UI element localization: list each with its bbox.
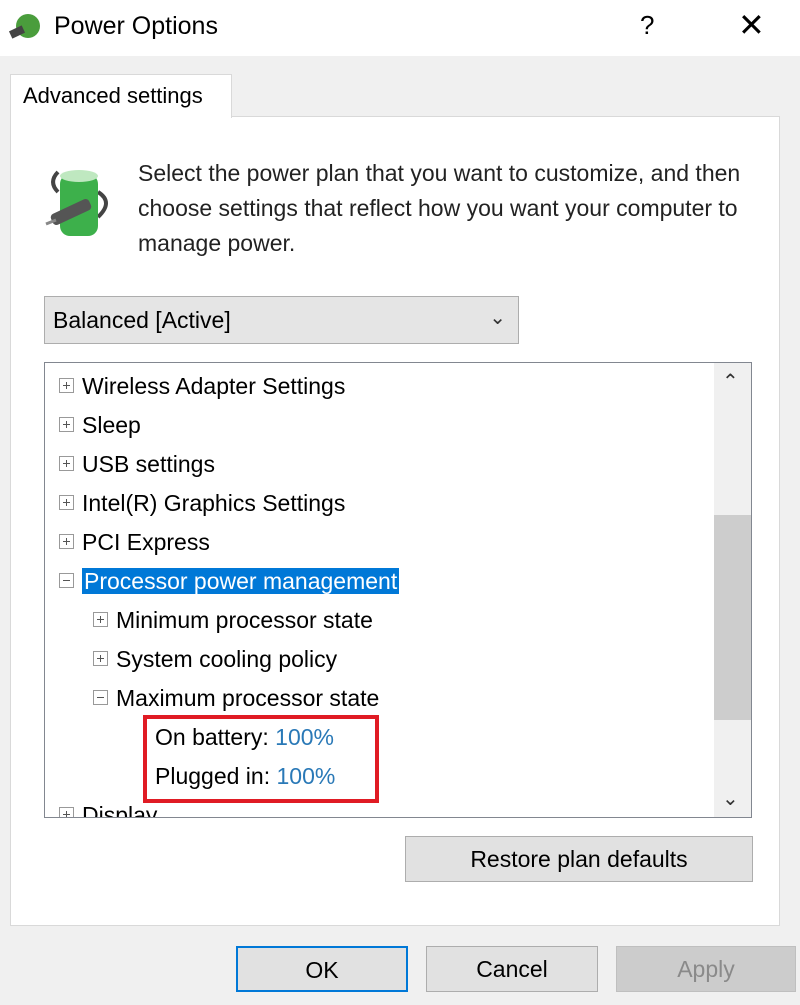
expand-icon[interactable] <box>59 456 74 472</box>
window-title: Power Options <box>54 12 218 40</box>
tree-item-processor[interactable]: Processor power management <box>59 564 400 598</box>
tree-item-label: Intel(R) Graphics Settings <box>82 490 346 516</box>
scrollbar-thumb[interactable] <box>714 515 751 720</box>
tree-item-label: Wireless Adapter Settings <box>82 373 346 399</box>
chevron-up-icon[interactable]: ⌃ <box>722 369 739 394</box>
battery-plug-icon <box>45 170 108 236</box>
tree-item-label: Maximum processor state <box>116 685 380 711</box>
tree-item-label: Processor power management <box>82 568 400 594</box>
tree-item-pci[interactable]: PCI Express <box>59 525 210 559</box>
tree-item-sleep[interactable]: Sleep <box>59 408 141 442</box>
ok-button[interactable]: OK <box>236 946 408 992</box>
power-options-icon <box>8 14 40 39</box>
tree-item-graphics[interactable]: Intel(R) Graphics Settings <box>59 486 345 520</box>
expand-icon[interactable] <box>93 612 108 628</box>
expand-icon[interactable] <box>59 807 74 817</box>
power-plan-dropdown[interactable]: Balanced [Active] ⌄ <box>44 296 519 344</box>
chevron-down-icon: ⌄ <box>489 307 506 329</box>
expand-icon[interactable] <box>93 651 108 667</box>
tree-item-usb[interactable]: USB settings <box>59 447 215 481</box>
tree-item-label: Display <box>82 802 158 818</box>
title-bar: Power Options ? ✕ <box>0 0 800 56</box>
tree-item-label: System cooling policy <box>116 646 338 672</box>
tree-scrollbar[interactable]: ⌃ ⌄ <box>714 363 751 817</box>
description-text: Select the power plan that you want to c… <box>138 160 741 256</box>
tree-item-max-state[interactable]: Maximum processor state <box>93 681 379 715</box>
tree-item-label: USB settings <box>82 451 215 477</box>
expand-icon[interactable] <box>59 534 74 550</box>
expand-icon[interactable] <box>59 378 74 394</box>
expand-icon[interactable] <box>59 417 74 433</box>
tree-item-label: PCI Express <box>82 529 210 555</box>
tree-item-min-state[interactable]: Minimum processor state <box>93 603 373 637</box>
help-button[interactable]: ? <box>640 10 654 41</box>
collapse-icon[interactable] <box>59 573 74 589</box>
power-plan-value: Balanced [Active] <box>53 307 231 333</box>
restore-defaults-button[interactable]: Restore plan defaults <box>405 836 753 882</box>
collapse-icon[interactable] <box>93 690 108 706</box>
tree-item-wireless[interactable]: Wireless Adapter Settings <box>59 369 345 403</box>
highlight-box <box>143 715 379 803</box>
tree-item-label: Minimum processor state <box>116 607 373 633</box>
expand-icon[interactable] <box>59 495 74 511</box>
tree-item-cooling[interactable]: System cooling policy <box>93 642 337 676</box>
cancel-button[interactable]: Cancel <box>426 946 598 992</box>
tree-item-label: Sleep <box>82 412 141 438</box>
close-button[interactable]: ✕ <box>738 6 765 44</box>
chevron-down-icon[interactable]: ⌄ <box>722 786 739 811</box>
apply-button[interactable]: Apply <box>616 946 796 992</box>
tab-advanced-settings[interactable]: Advanced settings <box>10 74 232 118</box>
